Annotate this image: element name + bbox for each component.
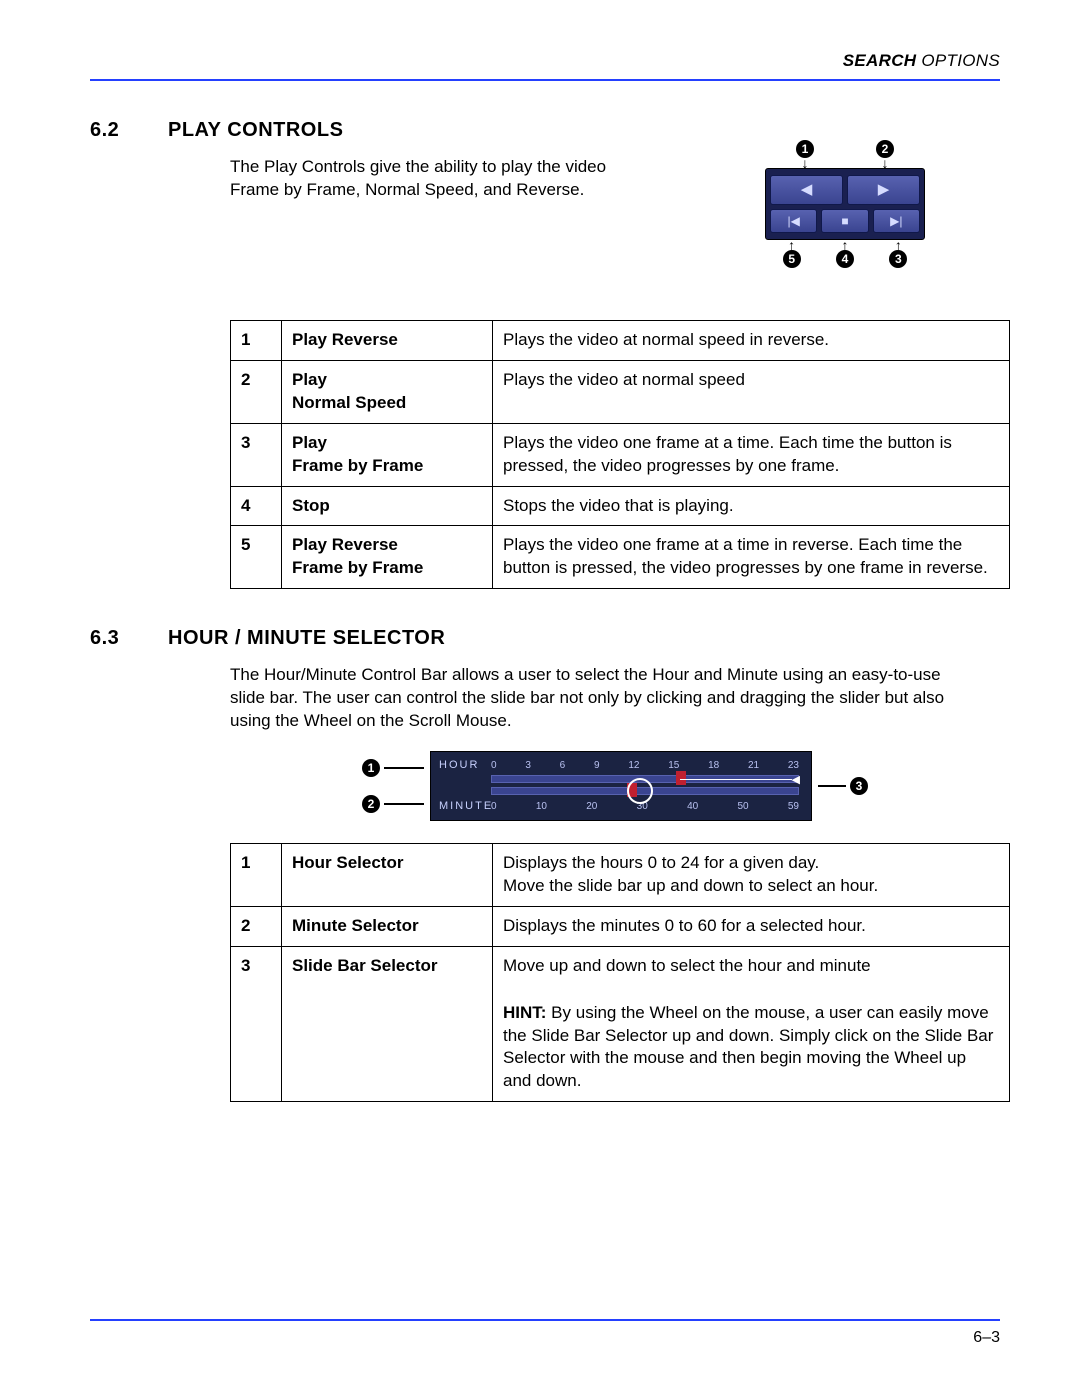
play-reverse-button[interactable]: ◀: [770, 175, 843, 205]
header-rest: OPTIONS: [916, 51, 1000, 70]
row-number: 1: [231, 843, 282, 906]
hour-minute-intro: The Hour/Minute Control Bar allows a use…: [230, 664, 950, 733]
row-number: 1: [231, 320, 282, 360]
table-row: 1 Play Reverse Plays the video at normal…: [231, 320, 1010, 360]
arrow-up-icon: ↑: [895, 240, 902, 250]
hour-minute-bar[interactable]: HOUR 0 3 6 9 12 15 18 21 23 ◀: [430, 751, 812, 821]
table-row: 2 Play Normal Speed Plays the video at n…: [231, 360, 1010, 423]
table-row: 2 Minute Selector Displays the minutes 0…: [231, 906, 1010, 946]
page-footer: 6–3: [90, 1319, 1000, 1349]
bottom-rule: [90, 1319, 1000, 1321]
row-name: Play Frame by Frame: [282, 423, 493, 486]
play-controls-table: 1 Play Reverse Plays the video at normal…: [230, 320, 1010, 590]
row-number: 4: [231, 486, 282, 526]
tick: 12: [628, 759, 639, 773]
slide-arrow-icon: ◀: [680, 773, 800, 788]
row-desc: Plays the video one frame at a time in r…: [493, 526, 1010, 589]
row-desc: Plays the video at normal speed in rever…: [493, 320, 1010, 360]
row-name: Minute Selector: [282, 906, 493, 946]
minute-label: MINUTE: [439, 799, 491, 814]
play-controls-diagram: 1↓ 2↓ ◀ ▶ |◀ ■ ▶| ↑5 ↑4 ↑3: [765, 140, 925, 268]
tick: 10: [536, 800, 547, 814]
callout-line-icon: [384, 767, 424, 769]
hour-ticks: 0 3 6 9 12 15 18 21 23: [491, 759, 799, 773]
tick: 59: [788, 800, 799, 814]
hint-label: HINT:: [503, 1003, 546, 1022]
tick: 21: [748, 759, 759, 773]
row-number: 3: [231, 423, 282, 486]
header-bold: SEARCH: [843, 51, 917, 70]
tick: 6: [560, 759, 566, 773]
section-number: 6.2: [90, 117, 140, 144]
row-number: 2: [231, 360, 282, 423]
callout-4: 4: [836, 250, 854, 268]
hint-text: HINT: By using the Wheel on the mouse, a…: [503, 1003, 993, 1091]
table-row: 3 Play Frame by Frame Plays the video on…: [231, 423, 1010, 486]
callout-5: 5: [783, 250, 801, 268]
table-row: 5 Play Reverse Frame by Frame Plays the …: [231, 526, 1010, 589]
row-name: Stop: [282, 486, 493, 526]
selector-highlight-icon: [627, 778, 653, 804]
section-title: PLAY CONTROLS: [168, 117, 343, 144]
row-name: Play Reverse Frame by Frame: [282, 526, 493, 589]
minute-track[interactable]: [491, 787, 799, 795]
row-name: Play Normal Speed: [282, 360, 493, 423]
callout-3: 3: [889, 250, 907, 268]
row-name: Slide Bar Selector: [282, 946, 493, 1102]
section-6-3-heading: 6.3 HOUR / MINUTE SELECTOR: [90, 625, 1000, 652]
row-desc: Plays the video at normal speed: [493, 360, 1010, 423]
hour-minute-table: 1 Hour Selector Displays the hours 0 to …: [230, 843, 1010, 1103]
arrow-down-icon: ↓: [882, 158, 889, 168]
forward-frame-button[interactable]: ▶|: [873, 209, 920, 233]
section-number: 6.3: [90, 625, 140, 652]
tick: 20: [586, 800, 597, 814]
arrow-up-icon: ↑: [841, 240, 848, 250]
play-button[interactable]: ▶: [847, 175, 920, 205]
row-desc: Displays the hours 0 to 24 for a given d…: [493, 843, 1010, 906]
row-desc: Plays the video one frame at a time. Eac…: [493, 423, 1010, 486]
callout-line-icon: [384, 803, 424, 805]
hour-label: HOUR: [439, 758, 491, 773]
hint-body: By using the Wheel on the mouse, a user …: [503, 1003, 993, 1091]
table-row: 3 Slide Bar Selector Move up and down to…: [231, 946, 1010, 1102]
row-number: 2: [231, 906, 282, 946]
row-name: Hour Selector: [282, 843, 493, 906]
callout-1: 1: [362, 759, 380, 777]
row-number: 5: [231, 526, 282, 589]
callout-3: 3: [850, 777, 868, 795]
callout-2: 2: [362, 795, 380, 813]
tick: 3: [525, 759, 531, 773]
section-title: HOUR / MINUTE SELECTOR: [168, 625, 445, 652]
arrow-up-icon: ↑: [788, 240, 795, 250]
row-desc: Displays the minutes 0 to 60 for a selec…: [493, 906, 1010, 946]
tick: 40: [687, 800, 698, 814]
arrow-down-icon: ↓: [802, 158, 809, 168]
row-desc-text: Move up and down to select the hour and …: [503, 956, 871, 975]
tick: 0: [491, 800, 497, 814]
play-control-panel: ◀ ▶ |◀ ■ ▶|: [765, 168, 925, 240]
row-name: Play Reverse: [282, 320, 493, 360]
page-number: 6–3: [90, 1327, 1000, 1349]
tick: 50: [737, 800, 748, 814]
callout-line-icon: [818, 785, 846, 787]
row-desc: Stops the video that is playing.: [493, 486, 1010, 526]
top-rule: [90, 79, 1000, 81]
tick: 9: [594, 759, 600, 773]
stop-button[interactable]: ■: [821, 209, 868, 233]
page-header: SEARCH OPTIONS: [90, 50, 1000, 73]
reverse-frame-button[interactable]: |◀: [770, 209, 817, 233]
hour-minute-diagram: 1 2 HOUR 0 3 6 9 12 15 18 21 23: [230, 751, 1000, 821]
table-row: 1 Hour Selector Displays the hours 0 to …: [231, 843, 1010, 906]
row-number: 3: [231, 946, 282, 1102]
play-controls-intro: The Play Controls give the ability to pl…: [230, 156, 630, 202]
row-desc: Move up and down to select the hour and …: [493, 946, 1010, 1102]
tick: 0: [491, 759, 497, 773]
tick: 18: [708, 759, 719, 773]
tick: 23: [788, 759, 799, 773]
table-row: 4 Stop Stops the video that is playing.: [231, 486, 1010, 526]
